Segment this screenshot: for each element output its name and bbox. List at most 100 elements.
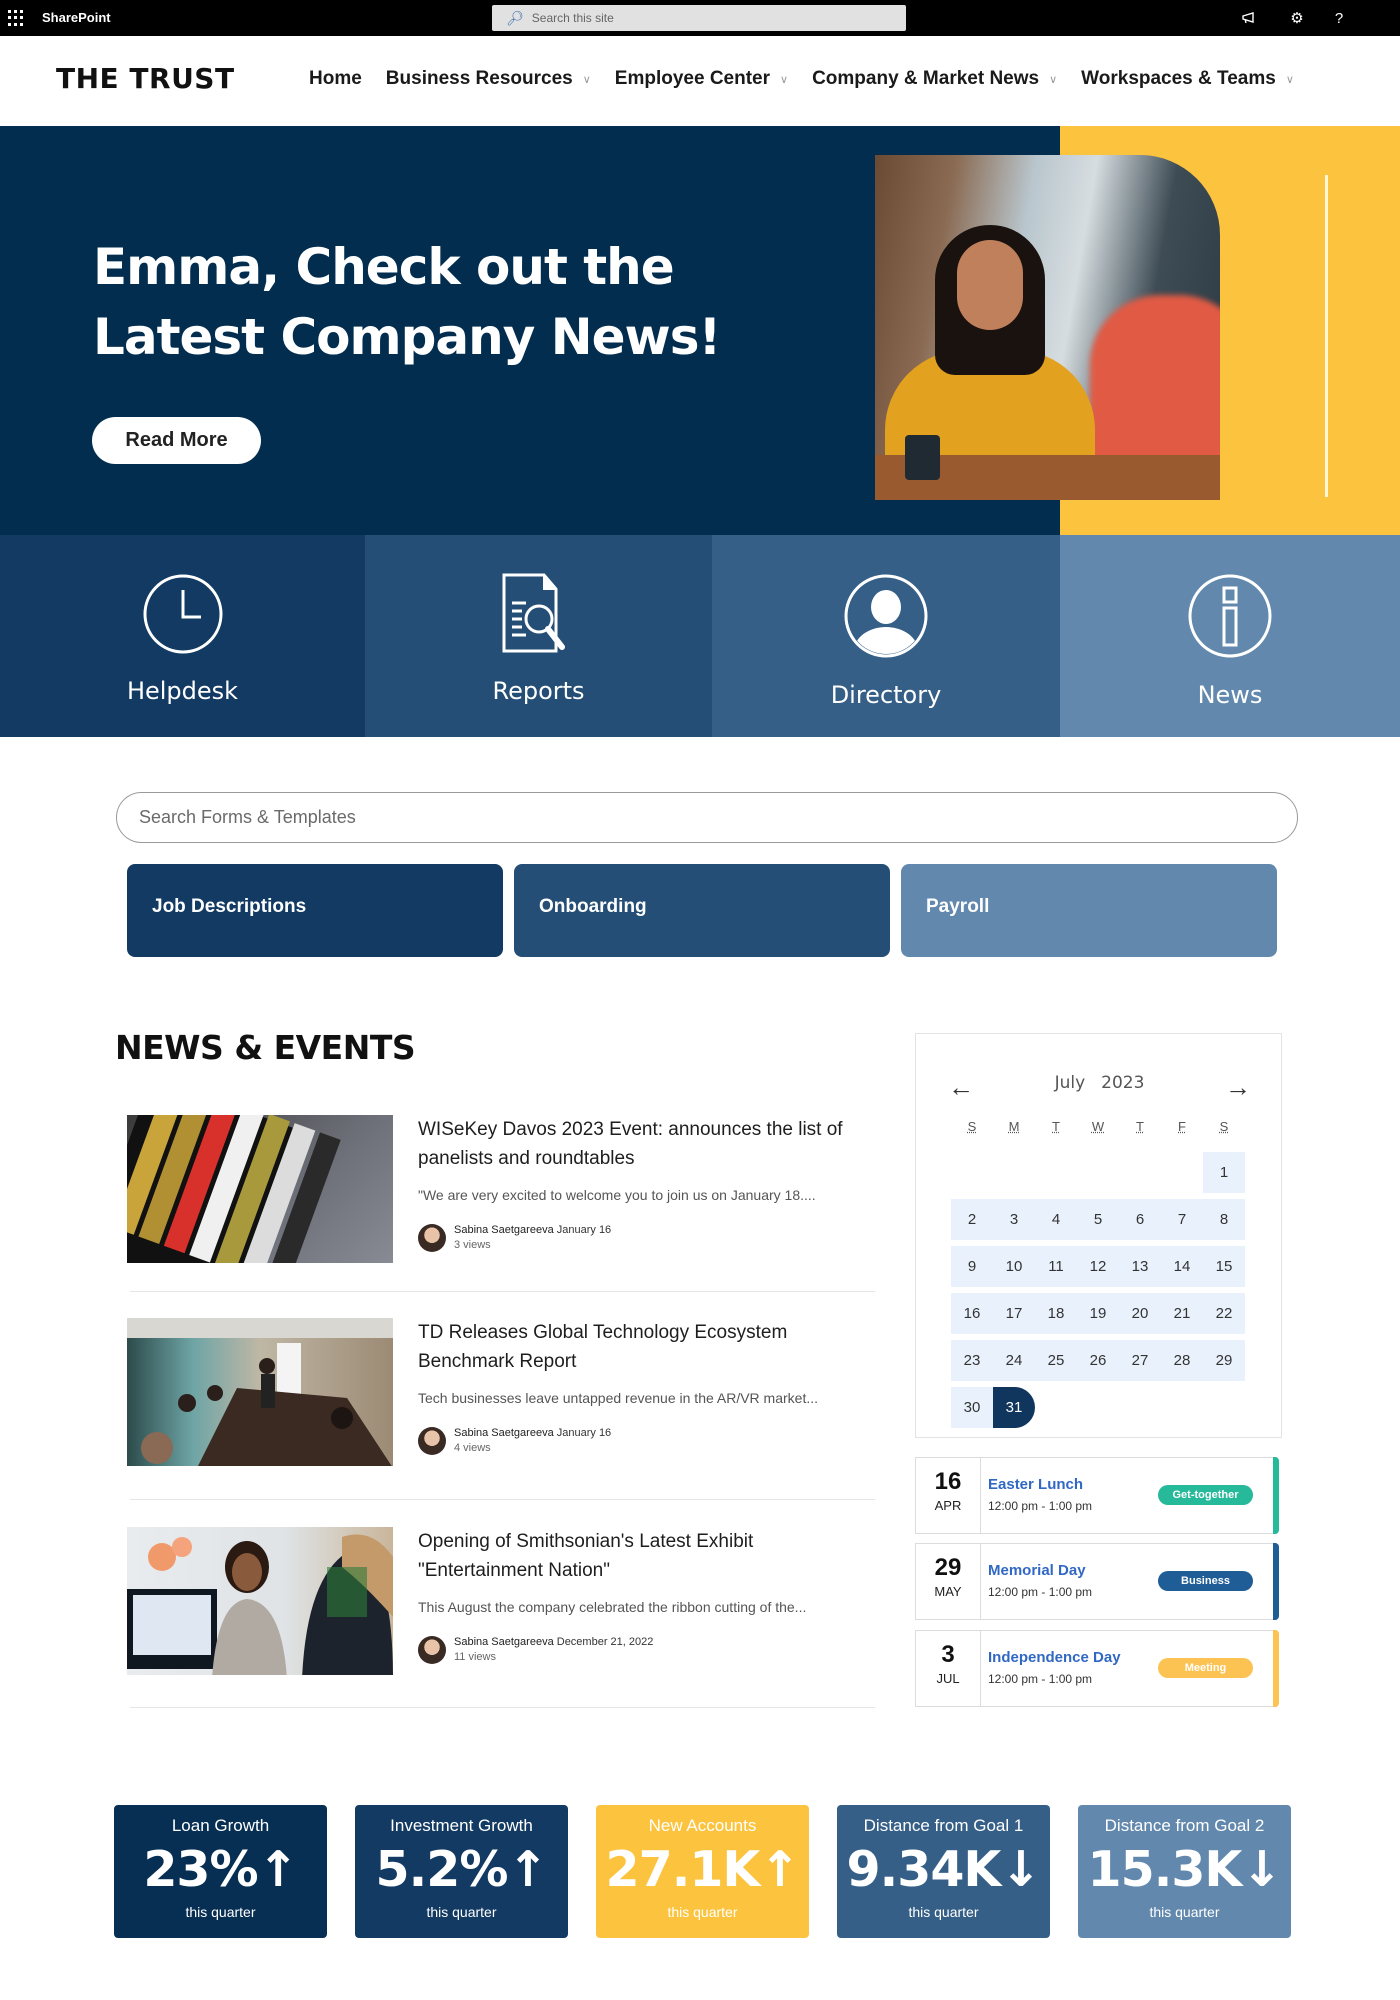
news-item[interactable]: WISeKey Davos 2023 Event: announces the … <box>127 1115 877 1315</box>
event-category-badge: Meeting <box>1158 1658 1253 1678</box>
calendar-day[interactable]: 17 <box>993 1293 1035 1334</box>
calendar-month[interactable]: July <box>1055 1073 1086 1093</box>
calendar-day[interactable]: 27 <box>1119 1340 1161 1381</box>
form-card-onboarding[interactable]: Onboarding <box>514 864 890 957</box>
event-month: JUL <box>936 1671 960 1686</box>
event-item[interactable]: 3 JUL Independence Day 12:00 pm - 1:00 pm… <box>915 1630 1279 1707</box>
calendar-day[interactable]: 25 <box>1035 1340 1077 1381</box>
hero-divider-line <box>1325 175 1328 497</box>
event-month: APR <box>934 1498 962 1513</box>
nav-item-company-market-news[interactable]: Company & Market News ∨ <box>812 68 1057 90</box>
form-card-job-descriptions[interactable]: Job Descriptions <box>127 864 503 957</box>
news-item[interactable]: TD Releases Global Technology Ecosystem … <box>127 1318 877 1518</box>
site-search-box[interactable]: 🔍︎ Search this site <box>492 5 906 31</box>
read-more-button[interactable]: Read More <box>92 417 261 464</box>
news-date: January 16 <box>556 1224 612 1236</box>
calendar-empty-cell <box>1077 1152 1119 1193</box>
calendar-day[interactable]: 16 <box>951 1293 993 1334</box>
calendar-day[interactable]: 10 <box>993 1246 1035 1287</box>
calendar-day[interactable]: 6 <box>1119 1199 1161 1240</box>
news-headline[interactable]: TD Releases Global Technology Ecosystem … <box>418 1318 858 1376</box>
kpi-card-distance-goal-2: Distance from Goal 2 15.3K↓ this quarter <box>1078 1805 1291 1938</box>
news-thumbnail[interactable] <box>127 1318 393 1466</box>
app-launcher-icon[interactable] <box>8 10 24 26</box>
news-divider <box>130 1707 875 1708</box>
hero-image-cup <box>905 435 940 480</box>
kpi-period: this quarter <box>667 1904 738 1920</box>
event-title[interactable]: Easter Lunch <box>988 1476 1083 1493</box>
tile-directory[interactable]: Directory <box>712 535 1060 737</box>
news-item[interactable]: Opening of Smithsonian's Latest Exhibit … <box>127 1527 877 1727</box>
calendar-day[interactable]: 21 <box>1161 1293 1203 1334</box>
calendar-day[interactable]: 24 <box>993 1340 1035 1381</box>
author-name: Sabina Saetgareeva <box>454 1636 554 1648</box>
megaphone-icon[interactable] <box>1237 6 1261 30</box>
event-item[interactable]: 29 MAY Memorial Day 12:00 pm - 1:00 pm Bu… <box>915 1543 1279 1620</box>
nav-item-business-resources[interactable]: Business Resources ∨ <box>386 68 591 90</box>
calendar-day[interactable]: 4 <box>1035 1199 1077 1240</box>
calendar-day[interactable]: 11 <box>1035 1246 1077 1287</box>
nav-item-workspaces-teams[interactable]: Workspaces & Teams ∨ <box>1081 68 1294 90</box>
form-card-payroll[interactable]: Payroll <box>901 864 1277 957</box>
calendar-day[interactable]: 13 <box>1119 1246 1161 1287</box>
calendar-day[interactable]: 8 <box>1203 1199 1245 1240</box>
calendar-day[interactable]: 1 <box>1203 1152 1245 1193</box>
news-date: January 16 <box>556 1427 612 1439</box>
news-headline[interactable]: Opening of Smithsonian's Latest Exhibit … <box>418 1527 858 1585</box>
calendar-day[interactable]: 14 <box>1161 1246 1203 1287</box>
news-thumbnail[interactable] <box>127 1115 393 1263</box>
calendar-day[interactable]: 22 <box>1203 1293 1245 1334</box>
calendar-day[interactable]: 23 <box>951 1340 993 1381</box>
calendar-empty-cell <box>951 1152 993 1193</box>
news-thumbnail[interactable] <box>127 1527 393 1675</box>
site-logo[interactable]: THE TRUST <box>56 62 235 95</box>
calendar-day[interactable]: 30 <box>951 1387 993 1428</box>
meeting-room-image <box>127 1318 393 1466</box>
app-name[interactable]: SharePoint <box>42 10 111 25</box>
next-month-arrow-icon[interactable]: → <box>1225 1072 1251 1103</box>
calendar-day[interactable]: 26 <box>1077 1340 1119 1381</box>
event-category-badge: Business <box>1158 1571 1253 1591</box>
site-search-placeholder: Search this site <box>531 11 614 25</box>
calendar-day[interactable]: 2 <box>951 1199 993 1240</box>
chevron-down-icon: ∨ <box>582 73 591 86</box>
nav-item-employee-center[interactable]: Employee Center ∨ <box>615 68 788 90</box>
hero-title-line: Latest Company News! <box>93 308 721 366</box>
tile-reports[interactable]: Reports <box>365 535 712 737</box>
calendar-day[interactable]: 29 <box>1203 1340 1245 1381</box>
nav-label: Employee Center <box>614 68 771 89</box>
calendar-day[interactable]: 19 <box>1077 1293 1119 1334</box>
calendar-year[interactable]: 2023 <box>1101 1073 1144 1093</box>
news-excerpt: This August the company celebrated the r… <box>418 1599 807 1615</box>
forms-search-input[interactable] <box>116 792 1298 843</box>
gear-icon[interactable]: ⚙ <box>1285 6 1309 30</box>
kpi-card-new-accounts: New Accounts 27.1K↑ this quarter <box>596 1805 809 1938</box>
tile-helpdesk[interactable]: Helpdesk <box>0 535 365 737</box>
calendar-day[interactable]: 15 <box>1203 1246 1245 1287</box>
event-item[interactable]: 16 APR Easter Lunch 12:00 pm - 1:00 pm Ge… <box>915 1457 1279 1534</box>
calendar-day[interactable]: 20 <box>1119 1293 1161 1334</box>
calendar-day-selected[interactable]: 31 <box>993 1387 1035 1428</box>
top-navigation: Home Business Resources ∨ Employee Center… <box>309 68 1318 90</box>
help-icon[interactable]: ? <box>1327 6 1351 30</box>
calendar-day[interactable]: 3 <box>993 1199 1035 1240</box>
tile-news[interactable]: News <box>1060 535 1400 737</box>
event-date: 29 MAY <box>916 1544 981 1619</box>
calendar-day[interactable]: 7 <box>1161 1199 1203 1240</box>
kpi-period: this quarter <box>185 1904 256 1920</box>
event-day: 16 <box>934 1468 962 1495</box>
calendar-day[interactable]: 5 <box>1077 1199 1119 1240</box>
news-headline[interactable]: WISeKey Davos 2023 Event: announces the … <box>418 1115 858 1173</box>
event-title[interactable]: Memorial Day <box>988 1562 1086 1579</box>
event-title[interactable]: Independence Day <box>988 1649 1121 1666</box>
calendar-day[interactable]: 28 <box>1161 1340 1203 1381</box>
hero-image <box>875 155 1220 500</box>
kpi-period: this quarter <box>426 1904 497 1920</box>
nav-item-home[interactable]: Home <box>309 68 362 90</box>
calendar-day[interactable]: 9 <box>951 1246 993 1287</box>
trend-up-icon: ↑ <box>257 1841 299 1898</box>
tile-label: Reports <box>492 677 585 705</box>
event-date: 16 APR <box>916 1458 981 1533</box>
calendar-day[interactable]: 12 <box>1077 1246 1119 1287</box>
calendar-day[interactable]: 18 <box>1035 1293 1077 1334</box>
